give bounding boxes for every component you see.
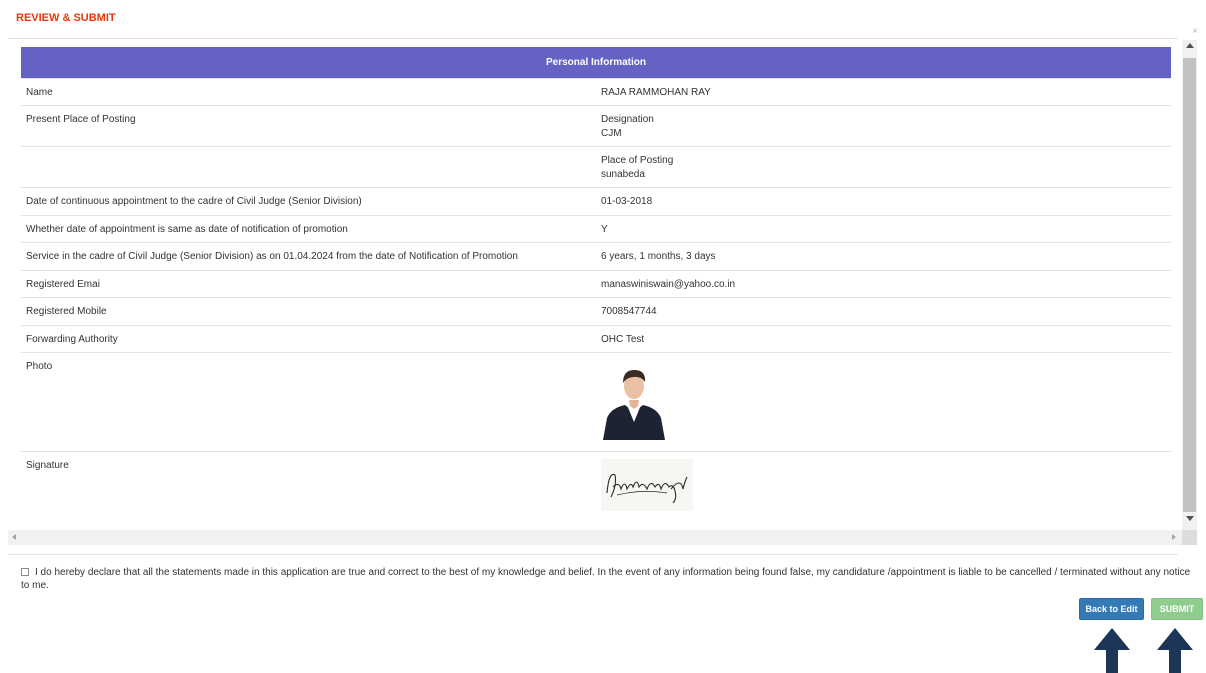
row-value: 6 years, 1 months, 3 days	[596, 242, 1171, 270]
scroll-right-icon[interactable]	[1172, 534, 1176, 540]
scroll-left-icon[interactable]	[12, 534, 16, 540]
row-value: OHC Test	[596, 324, 1171, 353]
declaration: I do hereby declare that all the stateme…	[21, 567, 1196, 592]
declaration-text: I do hereby declare that all the stateme…	[21, 567, 1191, 591]
row-label: Forwarding Authority	[21, 324, 596, 353]
value-text: CJM	[601, 127, 622, 139]
page-title: REVIEW & SUBMIT	[16, 12, 116, 24]
value-text: 7008547744	[601, 306, 657, 317]
table-row: Present Place of Posting Designation CJM	[21, 105, 1171, 147]
header-divider	[8, 38, 1178, 39]
row-value: Y	[596, 214, 1171, 243]
row-label	[21, 146, 596, 188]
value-text: sunabeda	[601, 168, 645, 180]
row-value	[596, 450, 1171, 521]
table-row: Signature	[21, 450, 1171, 521]
value-text: 01-03-2018	[601, 196, 653, 207]
value-text: RAJA RAMMOHAN RAY	[601, 86, 711, 98]
value-text: manaswiniswain@yahoo.co.in	[601, 278, 736, 290]
horizontal-scrollbar[interactable]	[8, 530, 1182, 545]
value-text: OHC Test	[601, 333, 645, 345]
value-subheading: Place of Posting	[601, 155, 674, 166]
row-label: Present Place of Posting	[21, 105, 596, 147]
value-text: 6 years, 1 months, 3 days	[601, 251, 716, 262]
table-row: Place of Posting sunabeda	[21, 146, 1171, 188]
table-row: Service in the cadre of Civil Judge (Sen…	[21, 242, 1171, 270]
row-value	[596, 352, 1171, 451]
table-row: Registered Mobile 7008547744	[21, 297, 1171, 325]
table-header-row: Personal Information	[21, 47, 1171, 78]
row-label: Name	[21, 77, 596, 106]
row-value: RAJA RAMMOHAN RAY	[596, 77, 1171, 106]
scroll-down-icon[interactable]	[1186, 516, 1194, 521]
value-text: Y	[601, 223, 608, 235]
photo-image	[601, 360, 667, 440]
row-label: Service in the cadre of Civil Judge (Sen…	[21, 242, 596, 270]
footer-divider	[8, 554, 1178, 555]
signature-image	[601, 458, 693, 511]
declaration-checkbox[interactable]	[21, 568, 29, 576]
arrow-up-icon	[1157, 628, 1193, 673]
vertical-scroll-thumb[interactable]	[1183, 58, 1196, 512]
row-value: 7008547744	[596, 297, 1171, 325]
arrow-up-icon	[1094, 628, 1130, 673]
table-row: Registered Emai manaswiniswain@yahoo.co.…	[21, 269, 1171, 298]
row-value: Place of Posting sunabeda	[596, 146, 1171, 188]
row-label: Date of continuous appointment to the ca…	[21, 187, 596, 215]
row-label: Registered Mobile	[21, 297, 596, 325]
row-label: Registered Emai	[21, 269, 596, 298]
close-icon[interactable]: ×	[1192, 26, 1198, 37]
row-label: Signature	[21, 450, 596, 521]
row-value: 01-03-2018	[596, 187, 1171, 215]
table-row: Forwarding Authority OHC Test	[21, 324, 1171, 353]
table-row: Date of continuous appointment to the ca…	[21, 187, 1171, 215]
back-to-edit-button[interactable]: Back to Edit	[1079, 598, 1144, 620]
scroll-up-icon[interactable]	[1186, 43, 1194, 48]
table-heading: Personal Information	[21, 47, 1171, 78]
table-row: Whether date of appointment is same as d…	[21, 214, 1171, 243]
review-scroll-area[interactable]: Personal Information Name RAJA RAMMOHAN …	[8, 40, 1182, 530]
row-label: Photo	[21, 352, 596, 451]
row-label: Whether date of appointment is same as d…	[21, 214, 596, 243]
scrollbar-corner	[1182, 530, 1197, 545]
row-value: manaswiniswain@yahoo.co.in	[596, 269, 1171, 298]
submit-button[interactable]: SUBMIT	[1151, 598, 1203, 620]
value-subheading: Designation	[601, 114, 654, 125]
row-value: Designation CJM	[596, 105, 1171, 147]
table-row: Photo	[21, 352, 1171, 451]
personal-information-table: Personal Information Name RAJA RAMMOHAN …	[21, 47, 1171, 521]
vertical-scrollbar[interactable]	[1182, 40, 1197, 530]
table-row: Name RAJA RAMMOHAN RAY	[21, 77, 1171, 106]
